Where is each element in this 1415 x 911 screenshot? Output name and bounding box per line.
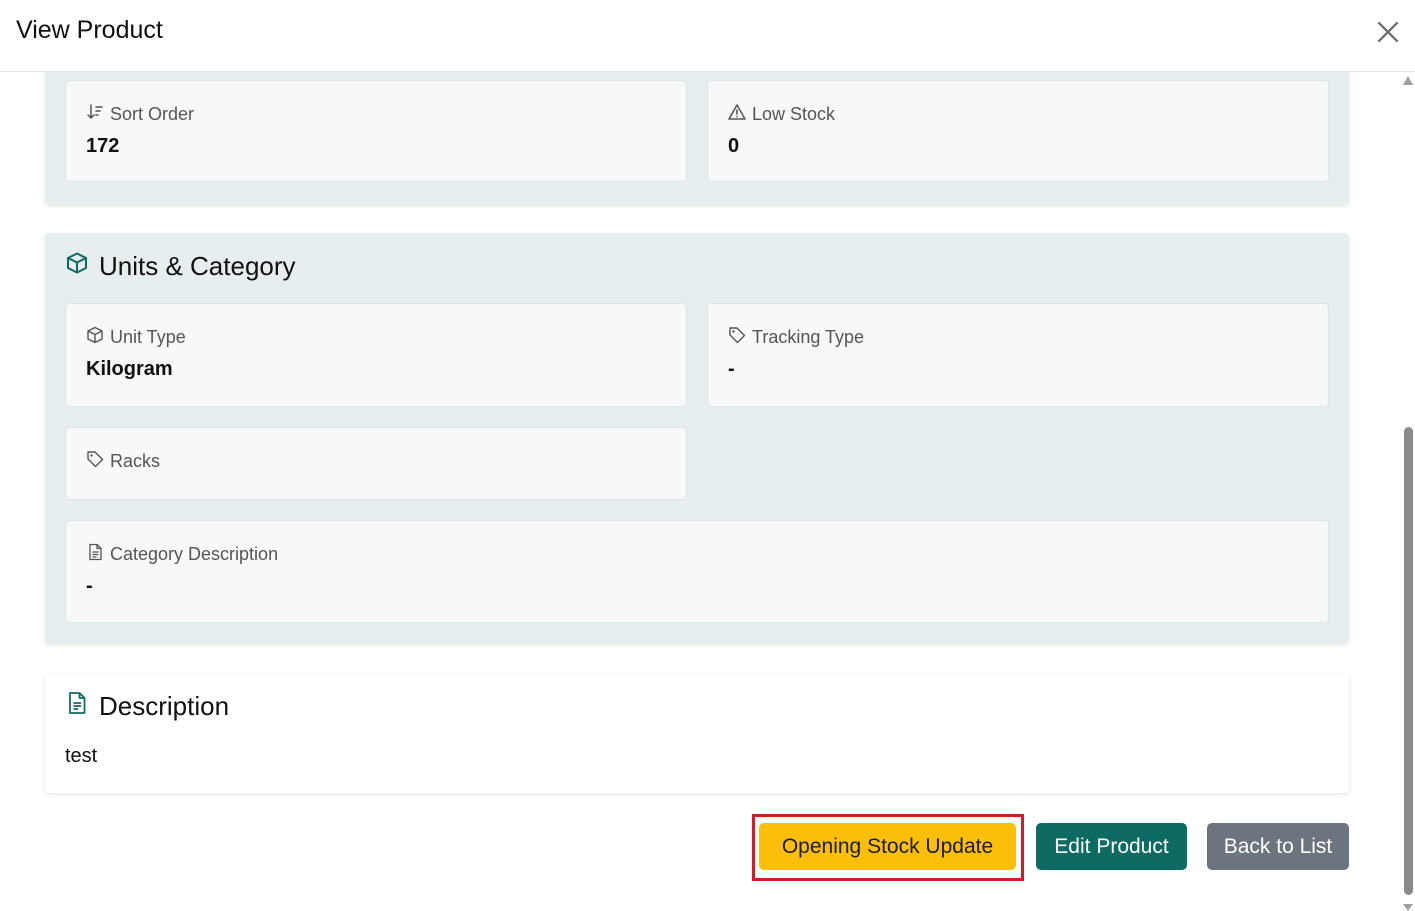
modal-body: Sort Order 172 Low Stock 0 Units & Categ… [0, 72, 1400, 911]
description-panel: Description test [45, 673, 1349, 793]
racks-label: Racks [110, 451, 161, 471]
document-icon [86, 543, 104, 566]
document-icon [65, 691, 89, 722]
box-icon [86, 326, 104, 349]
modal-title: View Product [16, 16, 163, 44]
back-to-list-button[interactable]: Back to List [1207, 823, 1349, 870]
stock-panel: Sort Order 172 Low Stock 0 [45, 72, 1349, 204]
scroll-down-arrow-icon[interactable] [1403, 904, 1413, 911]
sort-order-label: Sort Order [110, 104, 195, 124]
low-stock-value: 0 [728, 135, 740, 157]
sort-order-card: Sort Order 172 [65, 80, 687, 182]
scroll-up-arrow-icon[interactable] [1403, 76, 1413, 85]
category-description-label: Category Description [110, 544, 279, 564]
unit-type-label: Unit Type [110, 327, 186, 347]
close-icon[interactable] [1372, 16, 1404, 48]
description-text: test [65, 745, 98, 767]
units-category-panel: Units & Category Unit Type Kilogram Trac… [45, 233, 1349, 643]
box-icon [65, 251, 89, 282]
tracking-type-label: Tracking Type [752, 327, 865, 347]
unit-type-value: Kilogram [86, 358, 173, 380]
sort-order-value: 172 [86, 135, 120, 157]
modal-header: View Product [0, 0, 1415, 72]
warning-icon [728, 103, 746, 126]
racks-card: Racks [65, 427, 687, 500]
tracking-type-card: Tracking Type - [707, 303, 1329, 407]
edit-product-button[interactable]: Edit Product [1036, 823, 1187, 870]
tag-icon [86, 450, 104, 473]
category-description-value: - [86, 575, 93, 597]
tag-icon [728, 326, 746, 349]
units-category-title: Units & Category [99, 251, 296, 281]
sort-icon [86, 103, 104, 126]
tracking-type-value: - [728, 358, 735, 380]
opening-stock-update-button[interactable]: Opening Stock Update [759, 823, 1016, 870]
scrollbar[interactable] [1401, 72, 1415, 911]
unit-type-card: Unit Type Kilogram [65, 303, 687, 407]
category-description-card: Category Description - [65, 520, 1329, 623]
description-title: Description [99, 691, 230, 721]
low-stock-label: Low Stock [752, 104, 836, 124]
low-stock-card: Low Stock 0 [707, 80, 1329, 182]
scroll-thumb[interactable] [1404, 427, 1413, 895]
